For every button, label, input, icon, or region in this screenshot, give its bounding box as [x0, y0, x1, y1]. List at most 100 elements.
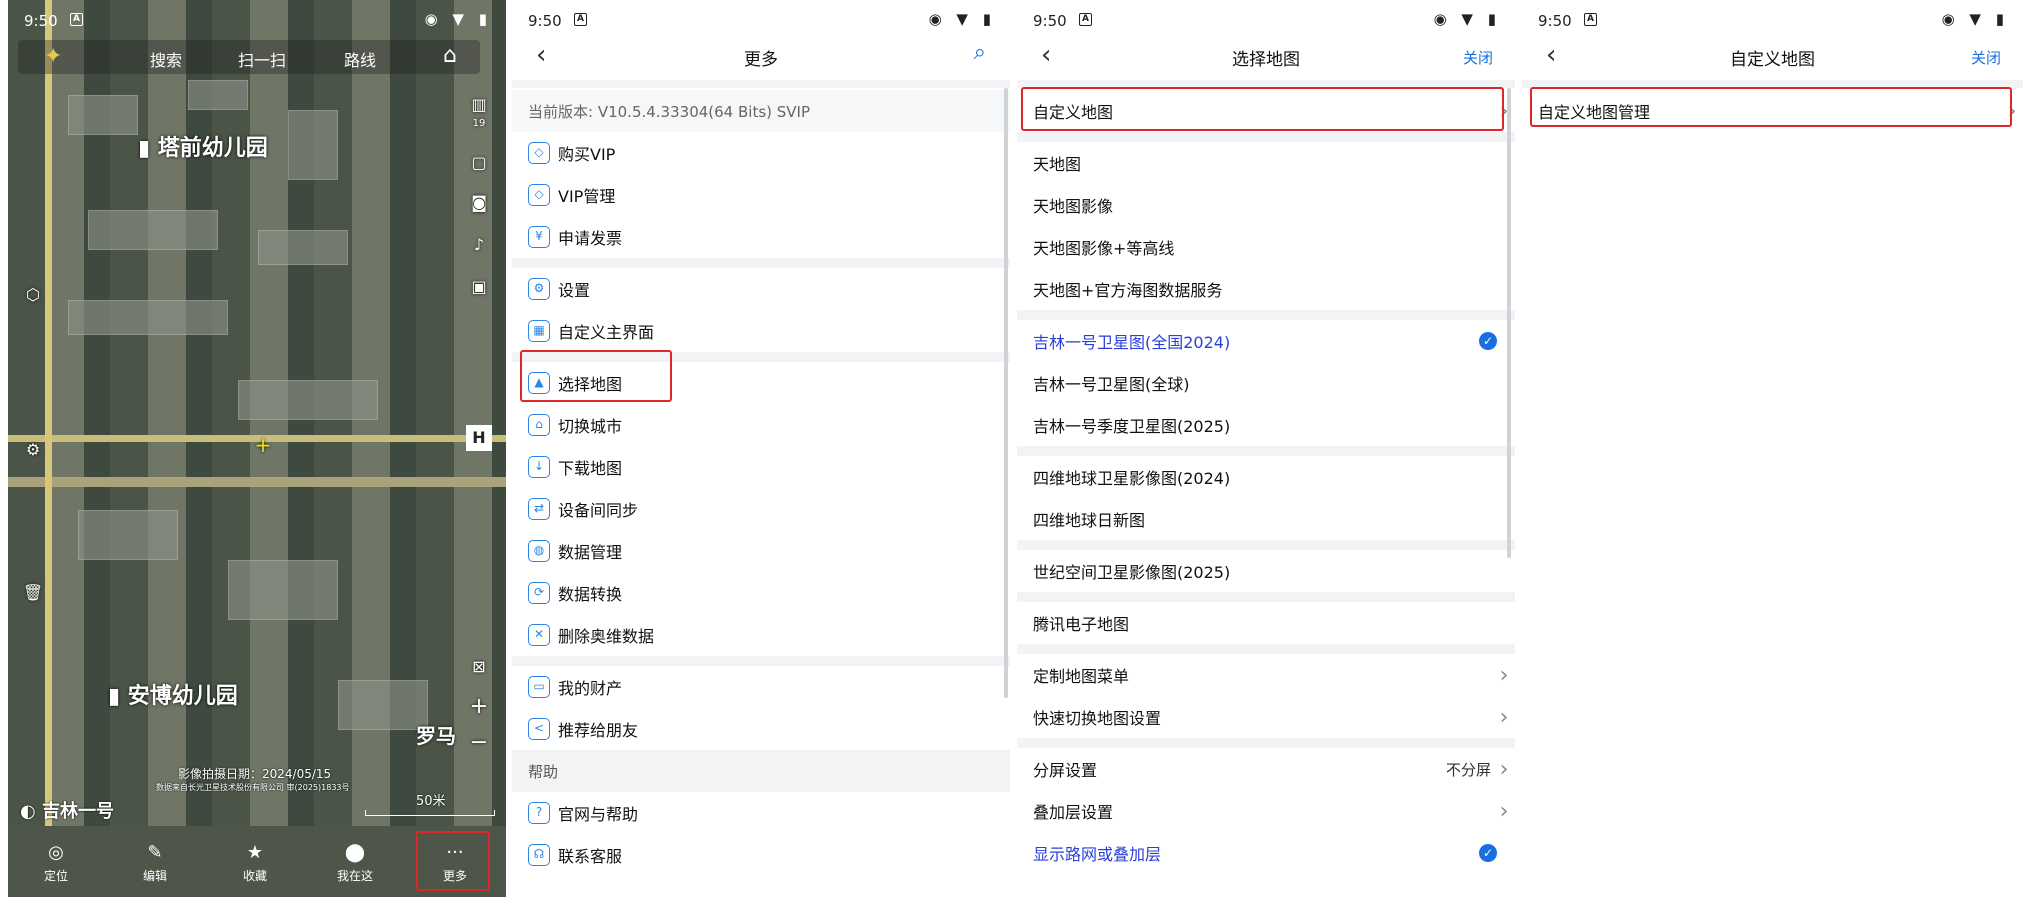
layers-icon[interactable]: ▢: [464, 148, 494, 178]
header: ‹ 选择地图 关闭: [1017, 40, 1515, 72]
poi-label-kindergarten-2[interactable]: ▮ 安博幼儿园: [108, 678, 238, 710]
globe-icon: ◍: [528, 540, 550, 562]
nav-here[interactable]: ⬤ 我在这: [325, 842, 385, 884]
scrollbar[interactable]: [1004, 88, 1008, 698]
map-item-tianditu-contour[interactable]: 天地图影像+等高线: [1017, 226, 1515, 268]
menu-item-assets[interactable]: ▭ 我的财产: [512, 666, 1010, 708]
divider: [512, 258, 1010, 268]
close-button[interactable]: 关闭: [1463, 47, 1493, 68]
poi-text: 安博幼儿园: [127, 684, 238, 709]
custom-map-manage[interactable]: 自定义地图管理 ›: [1522, 90, 2023, 132]
item-label: 定制地图菜单: [1033, 667, 1130, 686]
logo-icon: ✦: [44, 44, 63, 69]
divider: [1017, 310, 1515, 320]
item-label: 世纪空间卫星影像图(2025): [1033, 563, 1231, 582]
map-item-jilin-global[interactable]: 吉林一号卫星图(全球): [1017, 362, 1515, 404]
menu-item-data-manage[interactable]: ◍ 数据管理: [512, 530, 1010, 572]
item-label: 四维地球卫星影像图(2024): [1033, 469, 1231, 488]
map-item-split-screen[interactable]: 分屏设置 不分屏 ›: [1017, 748, 1515, 790]
page-title: 选择地图: [1232, 50, 1300, 70]
section-header-help: 帮助: [512, 750, 1010, 792]
menu-item-delete-data[interactable]: ✕ 删除奥维数据: [512, 614, 1010, 656]
divider: [1017, 738, 1515, 748]
item-label: 天地图影像+等高线: [1033, 239, 1175, 258]
nav-more[interactable]: ··· 更多: [425, 842, 485, 884]
map-item-quick-switch[interactable]: 快速切换地图设置 ›: [1017, 696, 1515, 738]
nav-label: 定位: [43, 869, 68, 883]
app-badge-icon: A: [574, 13, 587, 26]
status-time: 9:50: [528, 12, 562, 30]
more-icon: ···: [446, 842, 464, 863]
divider: [512, 352, 1010, 362]
screenshot-icon[interactable]: ▣: [464, 272, 494, 302]
item-label: 天地图: [1033, 155, 1082, 174]
map-item-tianditu[interactable]: 天地图: [1017, 142, 1515, 184]
nav-label: 更多: [442, 869, 467, 883]
star-icon: ★: [246, 842, 264, 863]
poi-label-luoma[interactable]: 罗马: [416, 720, 456, 749]
nav-locate[interactable]: ◎ 定位: [26, 842, 86, 884]
menu-item-data-convert[interactable]: ⟳ 数据转换: [512, 572, 1010, 614]
measure-icon[interactable]: ⊠: [464, 652, 494, 682]
status-bar: 9:50 A ◉ ▼ ▮: [1017, 0, 1515, 40]
item-label: 推荐给朋友: [558, 721, 639, 740]
nav-edit[interactable]: ✎ 编辑: [125, 842, 185, 884]
cube-icon[interactable]: ⬡: [18, 280, 48, 310]
gear-icon: ⚙: [528, 278, 550, 300]
trash-icon[interactable]: 🗑: [18, 578, 48, 608]
close-button[interactable]: 关闭: [1971, 47, 2001, 68]
menu-item-device-sync[interactable]: ⇄ 设备间同步: [512, 488, 1010, 530]
zoom-out-icon[interactable]: −: [464, 728, 494, 758]
locate-icon: ◎: [48, 842, 64, 863]
menu-item-support[interactable]: ☊ 联系客服: [512, 834, 1010, 876]
chevron-right-icon: ›: [1499, 98, 1509, 124]
map-item-overlay[interactable]: 叠加层设置 ›: [1017, 790, 1515, 832]
map-item-jilin-2024[interactable]: 吉林一号卫星图(全国2024) ✓: [1017, 320, 1515, 362]
version-text: 当前版本: V10.5.4.33304(64 Bits) SVIP: [512, 90, 1010, 132]
divider: [512, 656, 1010, 666]
map-item-show-road[interactable]: 显示路网或叠加层 ✓: [1017, 832, 1515, 874]
map-item-tencent[interactable]: 腾讯电子地图: [1017, 602, 1515, 644]
map-item-tianditu-image[interactable]: 天地图影像: [1017, 184, 1515, 226]
scan-button[interactable]: 扫一扫: [238, 47, 286, 71]
map-item-custom-menu[interactable]: 定制地图菜单 ›: [1017, 654, 1515, 696]
menu-item-settings[interactable]: ⚙ 设置: [512, 268, 1010, 310]
menu-item-custom-main[interactable]: ▦ 自定义主界面: [512, 310, 1010, 352]
divider: [1017, 446, 1515, 456]
item-label: 分屏设置: [1033, 761, 1098, 780]
map-item-jilin-quarterly[interactable]: 吉林一号季度卫星图(2025): [1017, 404, 1515, 446]
map-item-tianditu-sea[interactable]: 天地图+官方海图数据服务: [1017, 268, 1515, 310]
menu-item-website-help[interactable]: ? 官网与帮助: [512, 792, 1010, 834]
chevron-right-icon: ›: [1499, 704, 1509, 730]
menu-item-recommend[interactable]: < 推荐给朋友: [512, 708, 1010, 750]
item-label: 四维地球日新图: [1033, 511, 1146, 530]
nav-label: 收藏: [242, 869, 267, 883]
menu-item-invoice[interactable]: ¥ 申请发票: [512, 216, 1010, 258]
poi-label-kindergarten-1[interactable]: ▮ 塔前幼儿园: [138, 130, 268, 162]
scrollbar[interactable]: [1507, 88, 1511, 558]
nav-favorites[interactable]: ★ 收藏: [225, 842, 285, 884]
map-item-shiji[interactable]: 世纪空间卫星影像图(2025): [1017, 550, 1515, 592]
divider: [1017, 132, 1515, 142]
settings-gear-icon[interactable]: ⚙: [18, 435, 48, 465]
data-source: 数据来自长光卫星技术股份有限公司 审(2025)1833号: [156, 783, 350, 792]
h-icon[interactable]: H: [466, 425, 492, 451]
home-icon[interactable]: ⌂: [443, 43, 457, 68]
menu-item-download-map[interactable]: ↓ 下载地图: [512, 446, 1010, 488]
route-button[interactable]: 路线: [344, 47, 376, 71]
menu-item-buy-vip[interactable]: ◇ 购买VIP: [512, 132, 1010, 174]
map-item-siwei-daily[interactable]: 四维地球日新图: [1017, 498, 1515, 540]
map-item-custom[interactable]: 自定义地图 ›: [1017, 90, 1515, 132]
menu-item-vip-manage[interactable]: ◇ VIP管理: [512, 174, 1010, 216]
menu-item-select-map[interactable]: ▲ 选择地图: [512, 362, 1010, 404]
brand-logo: ◐ 吉林一号: [20, 801, 114, 822]
map-item-siwei-2024[interactable]: 四维地球卫星影像图(2024): [1017, 456, 1515, 498]
status-time: 9:50: [1538, 12, 1572, 30]
search-button[interactable]: 搜索: [150, 47, 182, 71]
zoom-in-icon[interactable]: +: [464, 692, 494, 722]
camera-icon[interactable]: ◙: [464, 188, 494, 218]
mic-icon[interactable]: ♪: [464, 230, 494, 260]
search-icon[interactable]: ⌕: [974, 40, 986, 65]
chevron-right-icon: ›: [2007, 98, 2017, 124]
menu-item-switch-city[interactable]: ⌂ 切换城市: [512, 404, 1010, 446]
